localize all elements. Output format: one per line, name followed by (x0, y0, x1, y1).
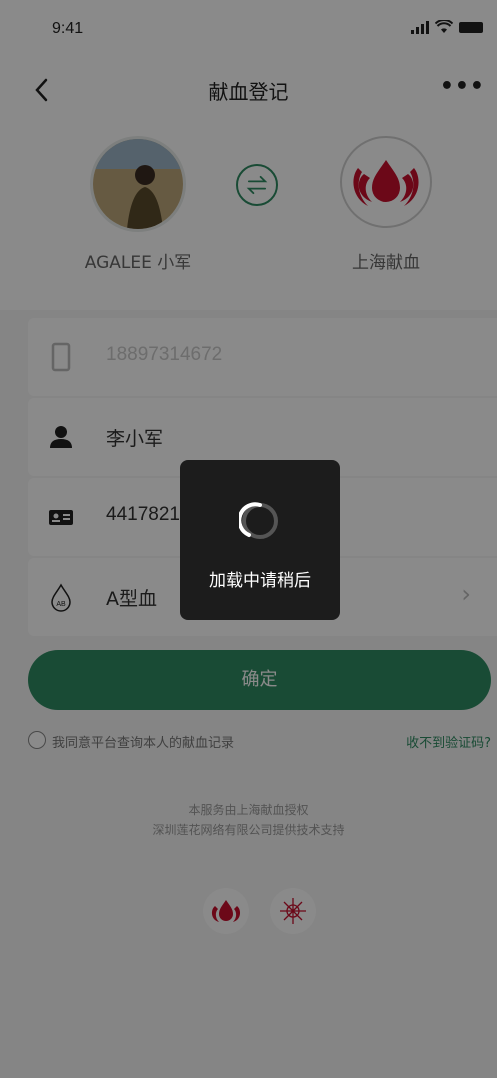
screen: 9:41 献血登记 ••• AGALEE 小军 上海献血 18897314672… (0, 0, 497, 1078)
loading-toast: 加载中请稍后 (180, 460, 340, 620)
spinner-icon (239, 502, 278, 539)
loading-text: 加载中请稍后 (209, 571, 311, 591)
